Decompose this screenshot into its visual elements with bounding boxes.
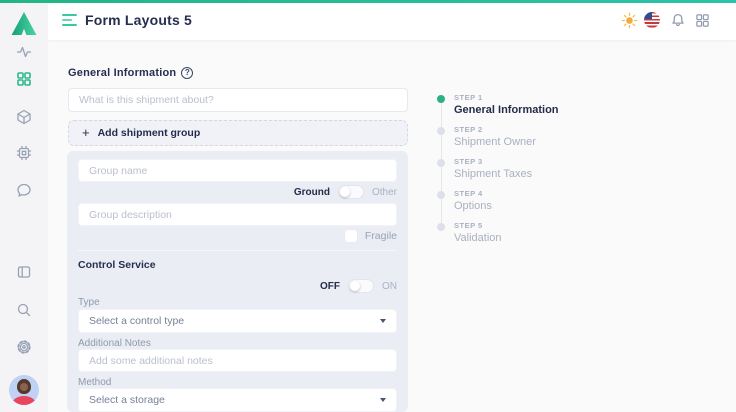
control-service-title: Control Service [78, 259, 156, 271]
sun-icon [621, 12, 638, 29]
header-bar: Form Layouts 5 [48, 0, 736, 40]
chat-bubble-icon [16, 182, 32, 198]
bell-icon [670, 12, 686, 28]
group-description-input[interactable] [78, 203, 397, 226]
app-grid-icon [695, 13, 710, 28]
type-label: Type [78, 297, 100, 308]
theme-toggle-button[interactable] [620, 11, 638, 29]
step-item-5[interactable]: STEP 5 Validation [437, 221, 502, 244]
sidebar [0, 0, 48, 412]
help-icon[interactable]: ? [181, 67, 193, 79]
notifications-button[interactable] [669, 11, 687, 29]
sidebar-item-settings[interactable] [0, 335, 48, 359]
gear-icon [16, 339, 32, 355]
section-title: General Information [68, 67, 176, 79]
top-gradient-strip [0, 0, 736, 3]
sidebar-item-ecommerce[interactable] [0, 141, 48, 165]
page-title: Form Layouts 5 [85, 12, 192, 28]
activity-icon [16, 44, 32, 60]
shipment-about-input[interactable] [68, 88, 408, 112]
fragile-checkbox[interactable] [344, 229, 358, 243]
additional-notes-input[interactable] [78, 349, 397, 372]
step-dot [437, 159, 445, 167]
section-header: General Information ? [68, 67, 193, 79]
sidebar-item-layout-toggle[interactable] [0, 260, 48, 284]
layout-panel-icon [16, 264, 32, 280]
app-logo[interactable] [0, 6, 48, 40]
sidebar-item-search[interactable] [0, 298, 48, 322]
notes-label: Additional Notes [78, 338, 151, 349]
step-item-2[interactable]: STEP 2 Shipment Owner [437, 125, 536, 148]
step-dot [437, 191, 445, 199]
control-type-select[interactable]: Select a control type [78, 309, 397, 333]
sidebar-item-dashboard[interactable] [0, 40, 48, 64]
cpu-icon [16, 145, 32, 161]
sidebar-item-components[interactable] [0, 105, 48, 129]
step-item-3[interactable]: STEP 3 Shipment Taxes [437, 157, 532, 180]
storage-method-select[interactable]: Select a storage [78, 388, 397, 412]
card-divider [78, 250, 397, 251]
us-flag-icon [644, 12, 660, 28]
sidebar-item-messages[interactable] [0, 178, 48, 202]
step-item-1[interactable]: STEP 1 General Information [437, 93, 559, 116]
group-name-input[interactable] [78, 159, 397, 182]
language-selector-button[interactable] [643, 11, 661, 29]
user-avatar[interactable] [9, 375, 39, 405]
avatar-face [20, 383, 28, 391]
transport-toggle[interactable] [338, 185, 364, 199]
menu-toggle-icon[interactable] [62, 14, 77, 26]
method-label: Method [78, 377, 111, 388]
grid-icon [16, 71, 32, 87]
step-dot [437, 127, 445, 135]
apps-menu-button[interactable] [693, 11, 711, 29]
logo-triangle-icon [11, 12, 37, 35]
search-icon [16, 302, 32, 318]
transport-toggle-row: Ground Other [294, 185, 397, 199]
step-dot [437, 95, 445, 103]
chevron-down-icon [380, 398, 386, 402]
plus-icon: + [82, 126, 90, 139]
sidebar-item-layouts[interactable] [0, 67, 48, 91]
shipment-group-card: Ground Other Fragile Control Service OFF… [67, 151, 408, 412]
cube-icon [16, 109, 32, 125]
chevron-down-icon [380, 319, 386, 323]
fragile-checkbox-row[interactable]: Fragile [344, 229, 397, 243]
control-service-toggle-row: OFF ON [320, 279, 397, 293]
add-shipment-group-button[interactable]: + Add shipment group [68, 120, 408, 146]
step-item-4[interactable]: STEP 4 Options [437, 189, 492, 212]
control-service-toggle[interactable] [348, 279, 374, 293]
avatar-shirt [12, 396, 36, 405]
step-dot [437, 223, 445, 231]
